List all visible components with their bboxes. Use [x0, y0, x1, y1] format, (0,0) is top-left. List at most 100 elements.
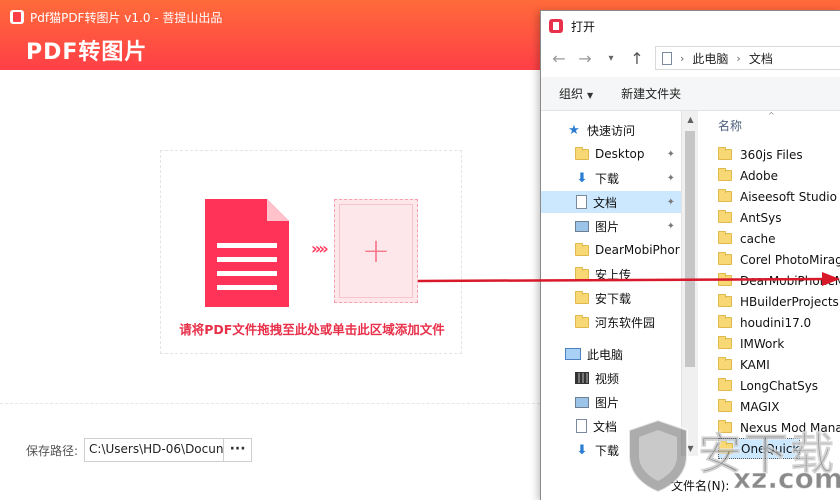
watermark-shield-icon [628, 418, 688, 494]
app-window-title: Pdf猫PDF转图片 v1.0 - 菩提山出品 [30, 10, 223, 25]
column-header-name[interactable]: 名称 [718, 117, 742, 134]
file-name: IMWork [740, 336, 785, 351]
divider [0, 403, 540, 404]
watermark-domain: xz.com [732, 462, 840, 496]
file-name: HBuilderProjects [740, 294, 839, 309]
file-list-item[interactable]: Corel PhotoMirage [718, 249, 840, 270]
folder-icon [718, 231, 732, 244]
chevrons-right-icon: »» [311, 239, 329, 258]
folder-icon [718, 378, 732, 391]
back-arrow-icon[interactable]: ← [551, 49, 567, 68]
nav-item-label: 图片 [595, 395, 620, 410]
organize-label: 组织 [559, 87, 584, 101]
file-name: KAMI [740, 357, 770, 372]
star-icon: ★ [568, 122, 580, 138]
nav-item-pictures[interactable]: 图片 ✦ [541, 215, 681, 237]
up-arrow-icon[interactable]: ↑ [629, 49, 645, 68]
file-list-item[interactable]: DearMobiPhoneManager [718, 270, 840, 291]
pin-icon: ✦ [666, 196, 675, 208]
dialog-toolbar: 组织 ▼ 新建文件夹 [541, 77, 840, 111]
nav-item-label: 图片 [595, 219, 620, 234]
new-folder-button[interactable]: 新建文件夹 [621, 85, 681, 102]
app-heading: PDF转图片 [26, 40, 148, 65]
nav-item-label: 下载 [595, 443, 620, 458]
file-list-item[interactable]: cache [718, 228, 776, 249]
file-list-item[interactable]: 360js Files [718, 144, 803, 165]
nav-item-label: 河东软件园 [595, 315, 656, 330]
folder-icon [575, 266, 589, 280]
add-file-button[interactable]: + [334, 199, 418, 303]
folder-icon [718, 273, 732, 286]
nav-item-label: 安下载 [595, 291, 632, 306]
scrollbar-thumb[interactable] [685, 131, 695, 367]
navigation-scrollbar[interactable]: ▲ ▼ [681, 111, 698, 456]
app-logo-icon [10, 10, 24, 24]
dialog-titlebar: 打开 [541, 11, 840, 41]
recent-locations-chevron-icon[interactable]: ▾ [603, 53, 619, 64]
nav-item-documents[interactable]: 文档 ✦ [541, 191, 681, 213]
picture-icon [575, 220, 589, 232]
save-path-input[interactable]: C:\Users\HD-06\Docun [84, 438, 225, 462]
folder-icon [575, 146, 589, 160]
breadcrumb-separator-icon: › [736, 51, 741, 65]
address-bar[interactable]: › 此电脑 › 文档 [655, 46, 840, 70]
nav-item-videos[interactable]: 视频 [541, 367, 681, 389]
pin-icon: ✦ [666, 220, 675, 232]
folder-icon [718, 294, 732, 307]
chevron-down-icon: ▼ [587, 91, 594, 100]
nav-item-label: 文档 [593, 419, 618, 434]
nav-item-downloads[interactable]: ⬇ 下载 ✦ [541, 167, 681, 189]
folder-icon [718, 357, 732, 370]
plus-icon: + [339, 204, 413, 298]
folder-icon [718, 210, 732, 223]
nav-item-this-pc[interactable]: 此电脑 [541, 343, 681, 365]
file-name: cache [740, 231, 776, 246]
breadcrumb-separator-icon: › [680, 51, 685, 65]
download-icon: ⬇ [576, 442, 588, 458]
computer-icon [565, 348, 581, 360]
folder-icon [718, 147, 732, 160]
nav-item-label: DearMobiPhor [595, 243, 680, 257]
file-list-item[interactable]: LongChatSys [718, 375, 818, 396]
folder-icon [575, 290, 589, 304]
drop-hint-text: 请将PDF文件拖拽至此处或单击此区域添加文件 [179, 322, 445, 337]
nav-item-quick-access[interactable]: ★ 快速访问 [541, 119, 681, 141]
nav-item-an-upload[interactable]: 安上传 [541, 263, 681, 285]
file-list-item[interactable]: MAGIX [718, 396, 779, 417]
file-name: Adobe [740, 168, 778, 183]
nav-item-label: 安上传 [595, 267, 632, 282]
document-icon [576, 419, 587, 433]
folder-icon [718, 189, 732, 202]
file-name: Aiseesoft Studio [740, 189, 837, 204]
organize-button[interactable]: 组织 ▼ [559, 85, 593, 102]
save-path-label: 保存路径: [26, 443, 79, 458]
breadcrumb-this-pc[interactable]: 此电脑 [692, 50, 728, 67]
file-drop-zone[interactable]: »» + 请将PDF文件拖拽至此处或单击此区域添加文件 [160, 150, 462, 354]
file-list-item[interactable]: houdini17.0 [718, 312, 811, 333]
file-list-item[interactable]: Aiseesoft Studio [718, 186, 837, 207]
file-list-item[interactable]: Adobe [718, 165, 778, 186]
nav-item-hedong[interactable]: 河东软件园 [541, 311, 681, 333]
picture-icon [575, 396, 589, 408]
file-list-item[interactable]: KAMI [718, 354, 770, 375]
file-list-item[interactable]: IMWork [718, 333, 784, 354]
document-icon [576, 195, 587, 209]
address-document-icon [662, 51, 672, 65]
dialog-title: 打开 [571, 19, 596, 34]
browse-button[interactable]: ··· [224, 438, 253, 462]
folder-icon [718, 336, 732, 349]
scroll-up-icon[interactable]: ▲ [682, 115, 699, 124]
video-icon [575, 372, 589, 384]
breadcrumb-documents[interactable]: 文档 [749, 50, 773, 67]
nav-item-dearmobi[interactable]: DearMobiPhor [541, 239, 681, 261]
nav-item-desktop[interactable]: Desktop ✦ [541, 143, 681, 165]
forward-arrow-icon[interactable]: → [577, 49, 593, 68]
file-list-item[interactable]: AntSys [718, 207, 782, 228]
file-list-item[interactable]: HBuilderProjects [718, 291, 839, 312]
folder-icon [718, 252, 732, 265]
folder-icon [718, 315, 732, 328]
file-name: AntSys [740, 210, 782, 225]
nav-item-an-download[interactable]: 安下载 [541, 287, 681, 309]
nav-item-pc-pictures[interactable]: 图片 [541, 391, 681, 413]
nav-item-label: 下载 [595, 171, 620, 186]
